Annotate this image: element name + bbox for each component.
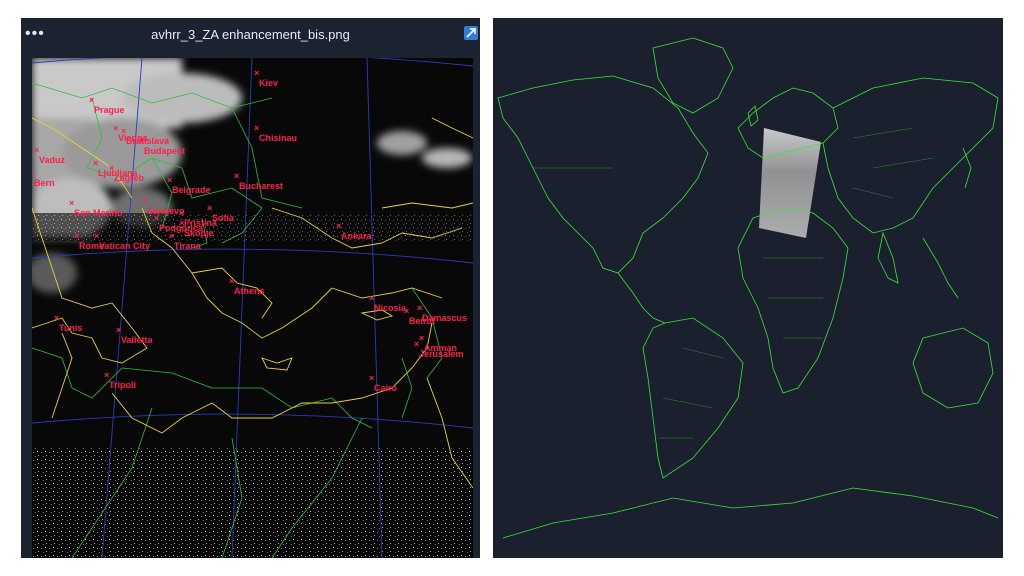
city-marker: ×Prague — [89, 95, 125, 115]
city-labels: ×Kiev×Prague×Vienna×Bratislava×Budapest×… — [32, 68, 467, 393]
city-label: Cairo — [374, 383, 398, 393]
city-marker: ×Bern — [32, 168, 55, 188]
city-label: Valletta — [121, 335, 154, 345]
city-cross-icon: × — [94, 231, 99, 241]
open-external-icon[interactable] — [464, 26, 478, 40]
city-marker: ×Valletta — [116, 325, 154, 345]
city-cross-icon: × — [414, 339, 419, 349]
city-cross-icon: × — [229, 276, 234, 286]
city-marker: ×Damascus — [417, 303, 467, 323]
city-cross-icon: × — [104, 370, 109, 380]
city-cross-icon: × — [419, 333, 424, 343]
city-marker: ×Belgrade — [167, 175, 211, 195]
city-cross-icon: × — [169, 231, 174, 241]
city-label: Tripoli — [109, 380, 136, 390]
city-cross-icon: × — [69, 198, 74, 208]
city-label: Zagreb — [114, 173, 145, 183]
city-marker: ×Tunis — [54, 313, 82, 333]
city-label: Athens — [234, 286, 265, 296]
city-cross-icon: × — [113, 123, 118, 133]
city-cross-icon: × — [369, 293, 374, 303]
city-marker: ×Zagreb — [109, 163, 145, 183]
city-label: San Marino — [74, 208, 123, 218]
city-label: Tunis — [59, 323, 82, 333]
city-cross-icon: × — [207, 203, 212, 213]
city-label: Bratislava — [126, 136, 170, 146]
city-marker: ×Bucharest — [234, 171, 283, 191]
city-marker: ×Bratislava — [121, 126, 170, 146]
city-marker: ×Athens — [229, 276, 265, 296]
city-label: Belgrade — [172, 185, 211, 195]
city-label: Nicosia — [374, 303, 407, 313]
city-label: Bern — [34, 178, 55, 188]
city-marker: ×Ankara — [336, 221, 373, 241]
city-cross-icon: × — [142, 196, 147, 206]
city-marker: ×San Marino — [69, 198, 123, 218]
city-marker: ×Chisinau — [254, 123, 297, 143]
city-label: Ankara — [341, 231, 373, 241]
viewer-title: avhrr_3_ZA enhancement_bis.png — [151, 27, 350, 42]
city-cross-icon: × — [32, 168, 34, 178]
city-marker: ×Vaduz — [34, 145, 66, 165]
city-cross-icon: × — [167, 175, 172, 185]
city-marker: ×Cairo — [369, 373, 398, 393]
city-label: Budapest — [144, 146, 185, 156]
city-cross-icon: × — [179, 218, 184, 228]
city-cross-icon: × — [109, 163, 114, 173]
city-cross-icon: × — [54, 313, 59, 323]
city-marker: ×Sofia — [207, 203, 235, 223]
city-cross-icon: × — [417, 303, 422, 313]
city-label: Damascus — [422, 313, 467, 323]
city-label: Jerusalem — [419, 349, 464, 359]
city-cross-icon: × — [369, 373, 374, 383]
city-cross-icon: × — [154, 213, 159, 223]
city-cross-icon: × — [254, 68, 259, 78]
city-marker: ×Nicosia — [369, 293, 407, 313]
city-cross-icon: × — [34, 145, 39, 155]
city-label: Kiev — [259, 78, 278, 88]
city-marker: ×Vatican City — [94, 231, 150, 251]
city-cross-icon: × — [121, 126, 126, 136]
city-cross-icon: × — [404, 306, 409, 316]
city-marker: ×Tripoli — [104, 370, 136, 390]
city-label: Bucharest — [239, 181, 283, 191]
world-map-panel — [493, 18, 1003, 558]
city-label: Sofia — [212, 213, 235, 223]
viewer-titlebar: ••• avhrr_3_ZA enhancement_bis.png — [21, 18, 480, 54]
city-label: Chisinau — [259, 133, 297, 143]
city-cross-icon: × — [93, 158, 98, 168]
city-label: Prague — [94, 105, 125, 115]
city-cross-icon: × — [89, 95, 94, 105]
city-label: Skopje — [184, 228, 214, 238]
city-cross-icon: × — [74, 231, 79, 241]
world-map — [493, 18, 1003, 558]
city-cross-icon: × — [139, 136, 144, 146]
image-viewer-window: ••• avhrr_3_ZA enhancement_bis.png × Kie… — [21, 18, 480, 558]
city-cross-icon: × — [116, 325, 121, 335]
city-label: Vaduz — [39, 155, 66, 165]
city-label: Vatican City — [99, 241, 150, 251]
city-cross-icon: × — [234, 171, 239, 181]
city-cross-icon: × — [179, 208, 184, 218]
city-cross-icon: × — [254, 123, 259, 133]
city-label: Tirana — [174, 241, 202, 251]
city-cross-icon: × — [336, 221, 341, 231]
city-marker: ×Kiev — [254, 68, 278, 88]
